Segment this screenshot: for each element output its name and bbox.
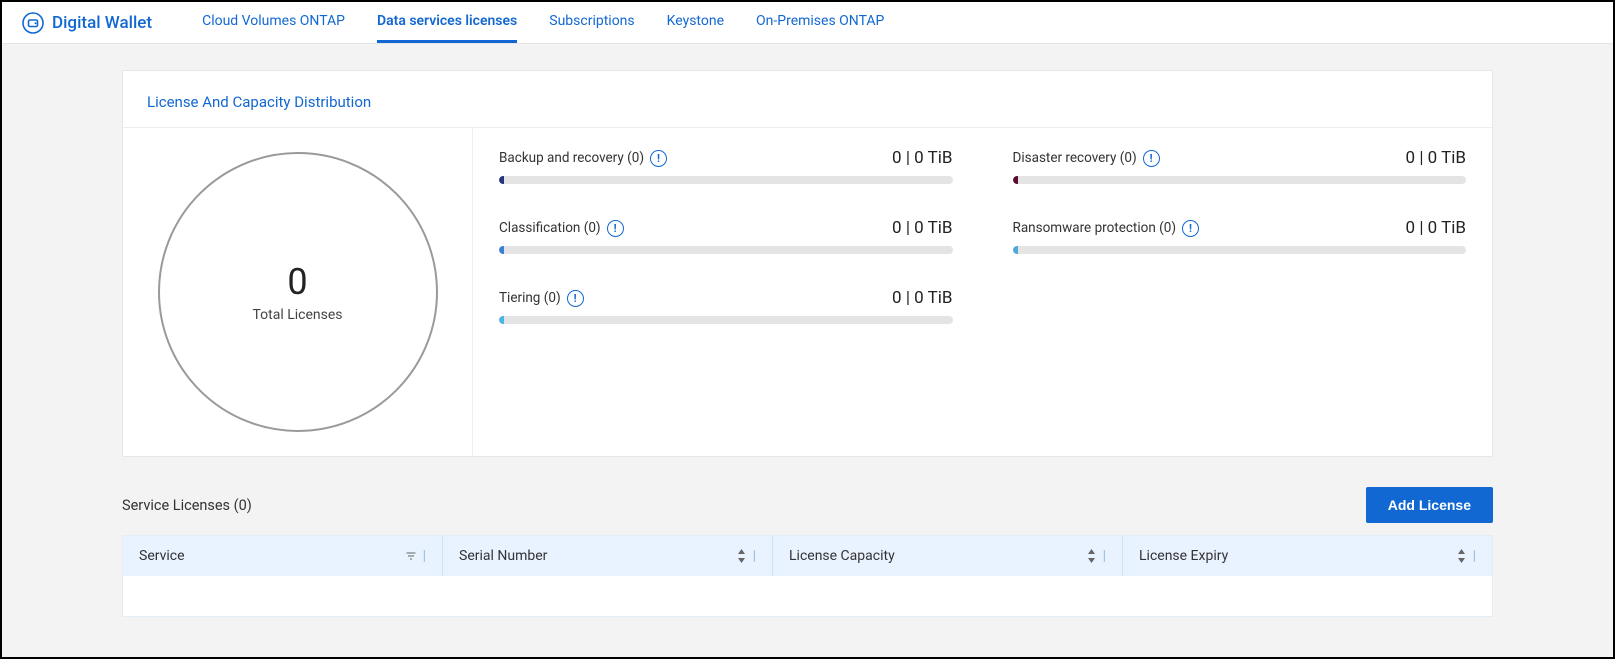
distribution-panel: License And Capacity Distribution 0 Tota… (122, 70, 1493, 457)
metric-label: Backup and recovery (0) ! (499, 150, 667, 167)
metric-label: Disaster recovery (0) ! (1013, 150, 1160, 167)
metric-bar (1013, 246, 1467, 254)
metric-bar (1013, 176, 1467, 184)
total-count: 0 (287, 261, 307, 303)
table-header-row: Service | Serial Number | Lice (123, 536, 1492, 576)
info-icon[interactable]: ! (567, 290, 584, 307)
bar-tick (499, 246, 504, 254)
metric-bar (499, 246, 953, 254)
metric-classification: Classification (0) ! 0 | 0 TiB (499, 218, 953, 254)
filter-icon[interactable] (405, 550, 417, 562)
metric-label: Tiering (0) ! (499, 290, 584, 307)
col-label: License Capacity (789, 548, 895, 564)
info-icon[interactable]: ! (650, 150, 667, 167)
metric-label-text: Tiering (0) (499, 290, 561, 306)
metric-value: 0 | 0 TiB (892, 148, 952, 168)
tab-keystone[interactable]: Keystone (667, 2, 724, 43)
sort-icon[interactable] (1456, 549, 1467, 563)
licenses-section-header: Service Licenses (0) Add License (122, 487, 1493, 523)
col-label: Serial Number (459, 548, 547, 564)
top-bar: Digital Wallet Cloud Volumes ONTAP Data … (2, 2, 1613, 44)
metric-label-text: Classification (0) (499, 220, 601, 236)
col-license-expiry[interactable]: License Expiry | (1123, 536, 1492, 576)
divider-icon: | (1103, 548, 1106, 564)
page-body: License And Capacity Distribution 0 Tota… (2, 44, 1613, 657)
add-license-button[interactable]: Add License (1366, 487, 1493, 523)
metric-value: 0 | 0 TiB (1406, 148, 1466, 168)
col-license-capacity[interactable]: License Capacity | (773, 536, 1123, 576)
info-icon[interactable]: ! (1143, 150, 1160, 167)
sort-icon[interactable] (1086, 549, 1097, 563)
metric-label-text: Disaster recovery (0) (1013, 150, 1137, 166)
sort-icon[interactable] (736, 549, 747, 563)
metric-label-text: Ransomware protection (0) (1013, 220, 1177, 236)
metric-disaster-recovery: Disaster recovery (0) ! 0 | 0 TiB (1013, 148, 1467, 184)
metric-value: 0 | 0 TiB (892, 288, 952, 308)
metric-value: 0 | 0 TiB (892, 218, 952, 238)
bar-tick (499, 316, 504, 324)
table-body-empty (123, 576, 1492, 616)
divider-icon: | (753, 548, 756, 564)
metric-tiering: Tiering (0) ! 0 | 0 TiB (499, 288, 953, 324)
tab-on-premises-ontap[interactable]: On-Premises ONTAP (756, 2, 884, 43)
metric-label: Classification (0) ! (499, 220, 624, 237)
total-label: Total Licenses (252, 307, 342, 323)
bar-tick (1013, 246, 1018, 254)
distribution-body: 0 Total Licenses Backup and recovery (0)… (123, 128, 1492, 456)
donut-chart: 0 Total Licenses (158, 152, 438, 432)
panel-title: License And Capacity Distribution (123, 71, 1492, 128)
tab-cloud-volumes-ontap[interactable]: Cloud Volumes ONTAP (202, 2, 345, 43)
metric-value: 0 | 0 TiB (1406, 218, 1466, 238)
licenses-table: Service | Serial Number | Lice (122, 535, 1493, 617)
wallet-icon (20, 10, 46, 36)
col-serial-number[interactable]: Serial Number | (443, 536, 773, 576)
metrics-column: Backup and recovery (0) ! 0 | 0 TiB Disa… (473, 128, 1492, 456)
bar-tick (1013, 176, 1018, 184)
metrics-grid: Backup and recovery (0) ! 0 | 0 TiB Disa… (499, 148, 1466, 324)
nav-tabs: Cloud Volumes ONTAP Data services licens… (202, 2, 884, 43)
metric-ransomware-protection: Ransomware protection (0) ! 0 | 0 TiB (1013, 218, 1467, 254)
metric-backup-recovery: Backup and recovery (0) ! 0 | 0 TiB (499, 148, 953, 184)
licenses-title: Service Licenses (0) (122, 497, 252, 514)
metric-label-text: Backup and recovery (0) (499, 150, 644, 166)
tab-data-services-licenses[interactable]: Data services licenses (377, 2, 517, 43)
divider-icon: | (1473, 548, 1476, 564)
divider-icon: | (423, 548, 426, 564)
tab-subscriptions[interactable]: Subscriptions (549, 2, 634, 43)
total-licenses-chart: 0 Total Licenses (123, 128, 473, 456)
bar-tick (499, 176, 504, 184)
app-title: Digital Wallet (52, 13, 152, 33)
col-service[interactable]: Service | (123, 536, 443, 576)
metric-bar (499, 316, 953, 324)
col-label: Service (139, 548, 185, 564)
info-icon[interactable]: ! (607, 220, 624, 237)
col-label: License Expiry (1139, 548, 1228, 564)
metric-bar (499, 176, 953, 184)
info-icon[interactable]: ! (1182, 220, 1199, 237)
metric-label: Ransomware protection (0) ! (1013, 220, 1200, 237)
